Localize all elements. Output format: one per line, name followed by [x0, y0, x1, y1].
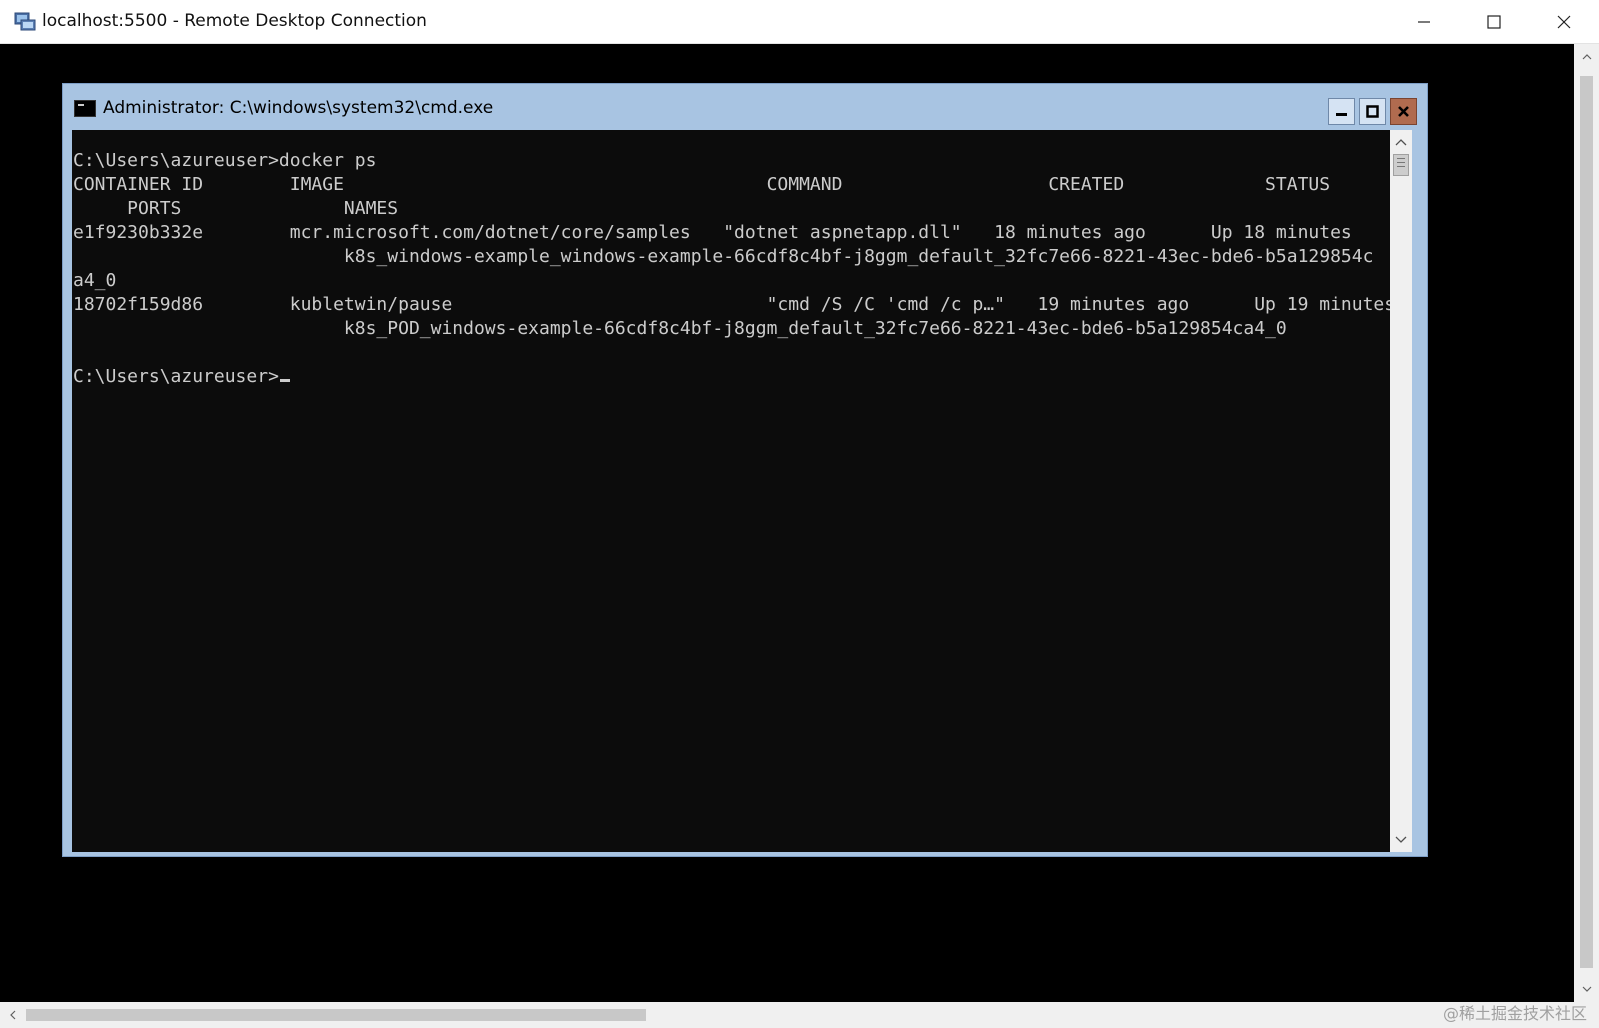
cmd-titlebar[interactable]: Administrator: C:\windows\system32\cmd.e…: [63, 84, 1427, 130]
cmd-icon: [74, 100, 96, 117]
console-output-area[interactable]: C:\Users\azureuser>docker ps CONTAINER I…: [72, 130, 1390, 852]
cmd-close-button[interactable]: [1390, 98, 1417, 125]
rdp-scroll-down-button[interactable]: [1574, 976, 1599, 1002]
scroll-down-button[interactable]: [1390, 828, 1412, 852]
cmd-minimize-button[interactable]: [1328, 98, 1355, 125]
rdp-horizontal-scrollbar[interactable]: [0, 1002, 1574, 1028]
cmd-vertical-scrollbar[interactable]: [1390, 130, 1412, 852]
rdp-vertical-scrollbar[interactable]: [1574, 44, 1599, 1002]
scroll-up-button[interactable]: [1390, 130, 1412, 154]
cmd-maximize-button[interactable]: [1359, 98, 1386, 125]
minimize-button[interactable]: [1389, 0, 1459, 44]
console-line: a4_0: [73, 270, 117, 291]
chevron-down-icon: [1395, 836, 1407, 843]
remote-desktop-icon: [14, 12, 36, 31]
rdp-titlebar: localhost:5500 - Remote Desktop Connecti…: [0, 0, 1599, 44]
cmd-window[interactable]: Administrator: C:\windows\system32\cmd.e…: [62, 83, 1428, 857]
console-line: e1f9230b332e mcr.microsoft.com/dotnet/co…: [73, 222, 1352, 243]
console-line: k8s_POD_windows-example-66cdf8c4bf-j8ggm…: [73, 318, 1287, 339]
console-line: k8s_windows-example_windows-example-66cd…: [73, 246, 1374, 267]
rdp-horizontal-scroll-thumb[interactable]: [26, 1009, 646, 1021]
scroll-thumb[interactable]: [1393, 154, 1409, 176]
chevron-up-icon: [1582, 54, 1591, 60]
chevron-down-icon: [1582, 986, 1591, 992]
watermark: @稀土掘金技术社区: [1442, 1004, 1587, 1023]
close-icon: [1557, 15, 1571, 29]
maximize-button[interactable]: [1459, 0, 1529, 44]
minimize-icon: [1418, 21, 1430, 23]
console-text: C:\Users\azureuser>docker ps CONTAINER I…: [73, 149, 1390, 389]
rdp-vertical-scroll-thumb[interactable]: [1580, 76, 1593, 968]
console-line: 18702f159d86 kubletwin/pause "cmd /S /C …: [73, 294, 1390, 315]
console-line: CONTAINER ID IMAGE COMMAND CREATED STATU…: [73, 174, 1331, 195]
command-prompt: C:\Users\azureuser>: [73, 366, 279, 387]
window-title: localhost:5500 - Remote Desktop Connecti…: [42, 11, 427, 31]
text-cursor: [279, 379, 290, 382]
minimize-icon: [1336, 113, 1347, 116]
chevron-up-icon: [1395, 139, 1407, 146]
rdp-scroll-left-button[interactable]: [0, 1002, 26, 1028]
rdp-scroll-up-button[interactable]: [1574, 44, 1599, 70]
console-line: C:\Users\azureuser>docker ps: [73, 150, 377, 171]
console-line: PORTS NAMES: [73, 198, 399, 219]
close-button[interactable]: [1529, 0, 1599, 44]
cmd-window-title: Administrator: C:\windows\system32\cmd.e…: [103, 98, 494, 118]
close-icon: [1398, 106, 1409, 117]
maximize-icon: [1487, 15, 1501, 29]
chevron-left-icon: [10, 1010, 16, 1020]
maximize-icon: [1366, 105, 1379, 118]
